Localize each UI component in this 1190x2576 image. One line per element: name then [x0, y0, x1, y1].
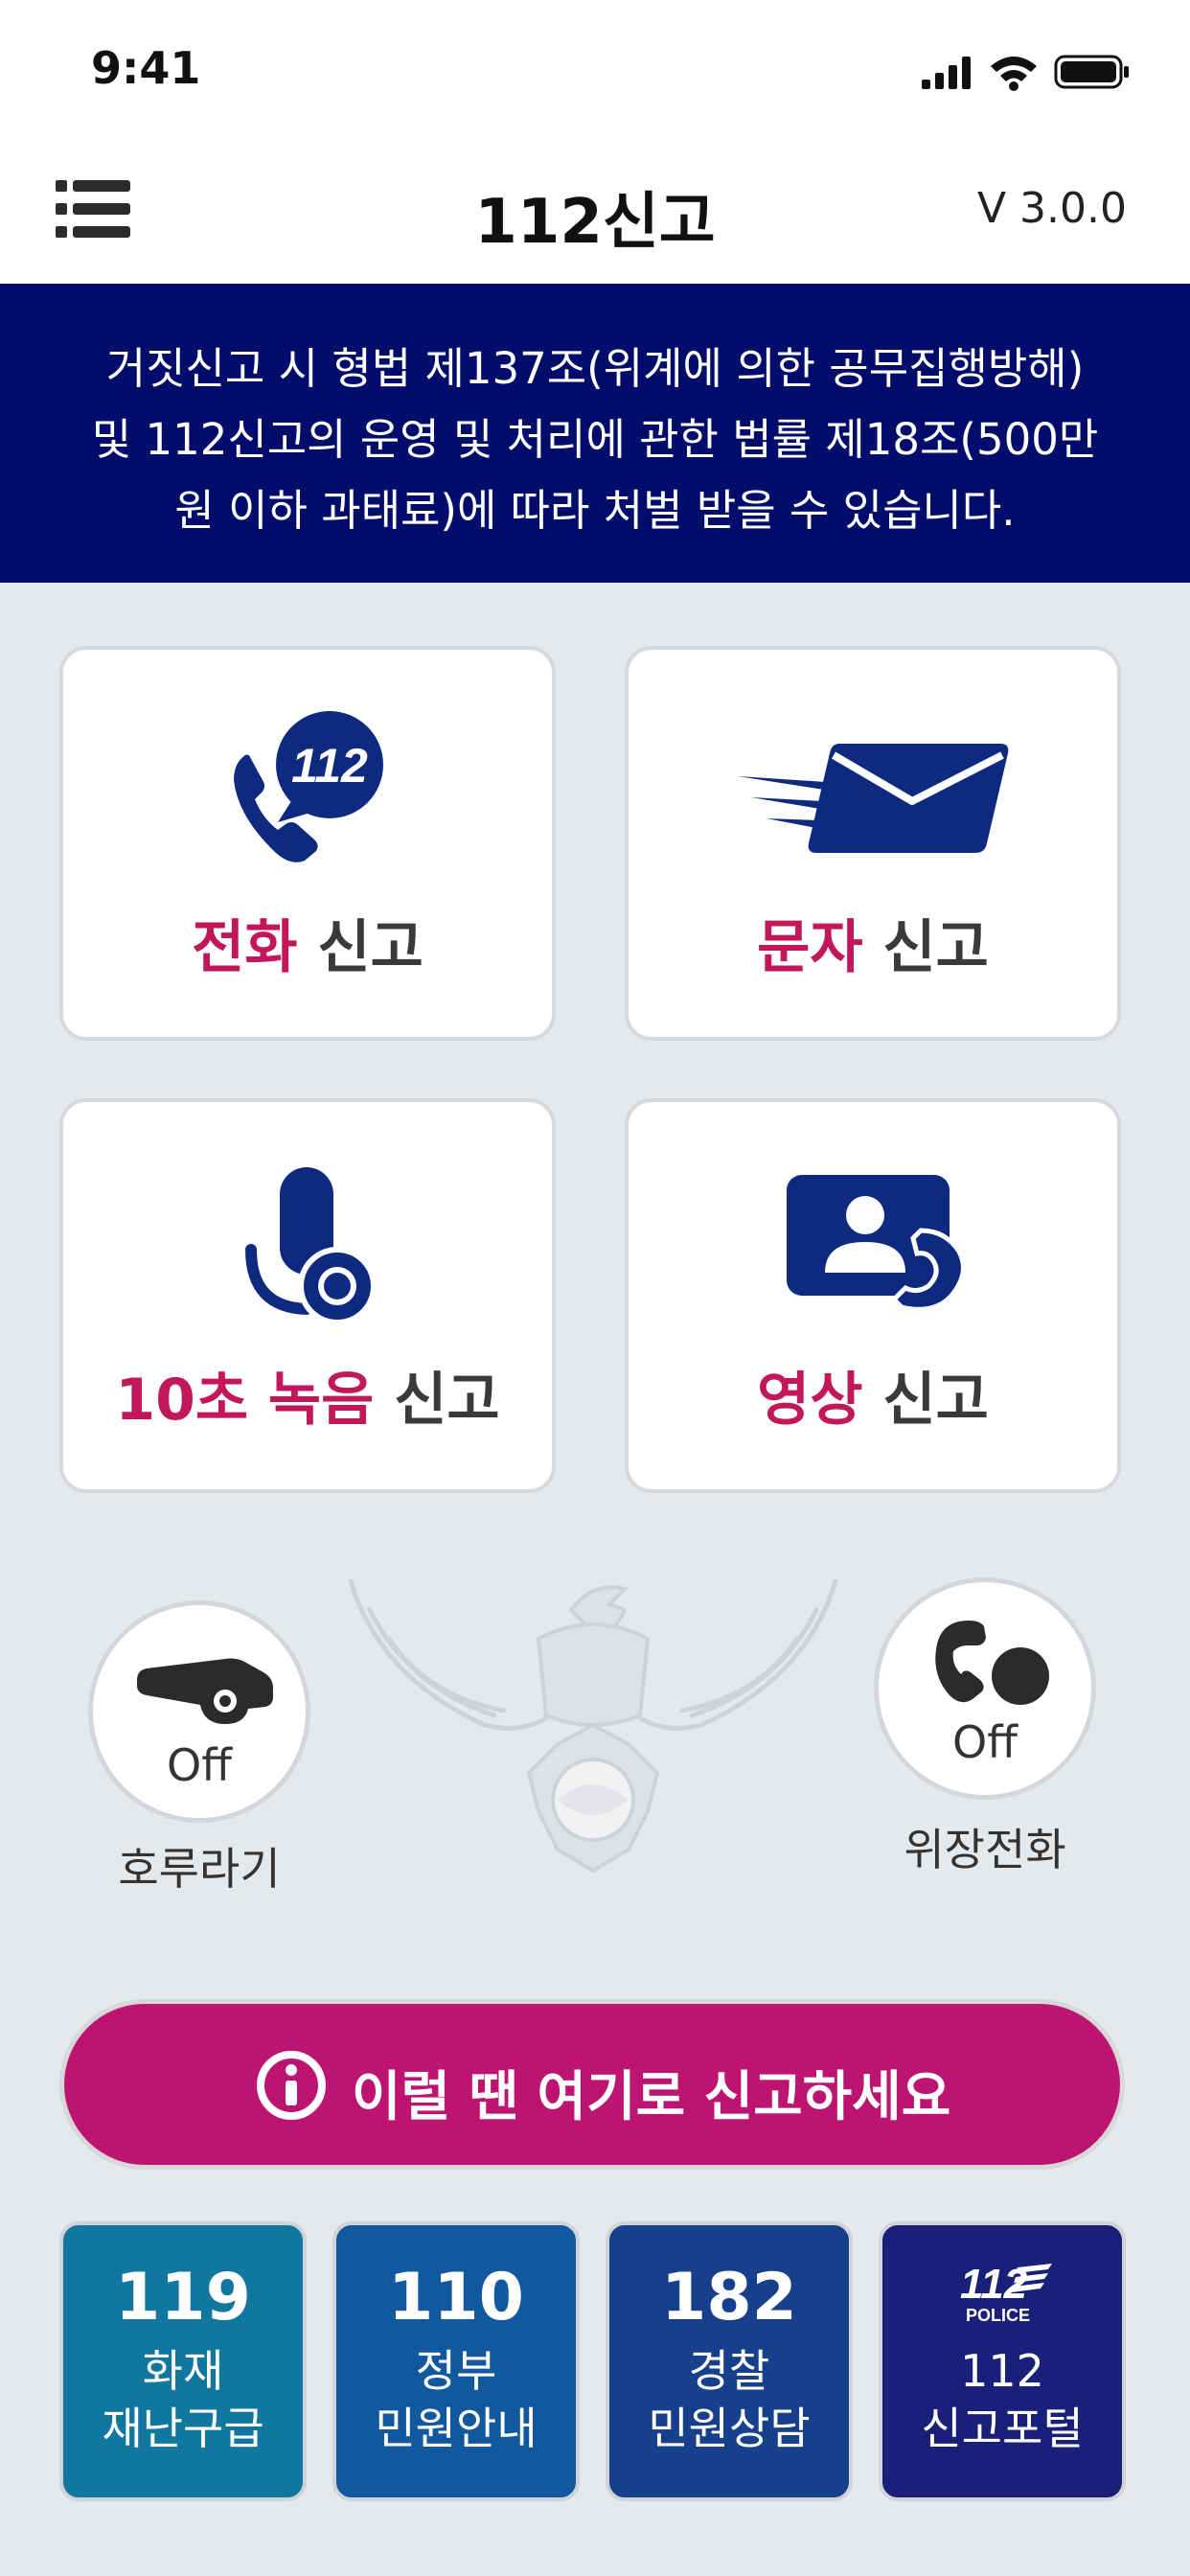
- fake-call-toggle[interactable]: Off: [874, 1577, 1096, 1800]
- tile-110-line2: 민원안내: [375, 2403, 538, 2454]
- svg-text:112: 112: [291, 739, 368, 793]
- recording-report-label: 10초 녹음 신고: [63, 1353, 552, 1437]
- tile-112-portal[interactable]: 112 POLICE 112 신고포털: [879, 2221, 1126, 2501]
- tile-119-line2: 재난구급: [102, 2403, 264, 2454]
- video-report-label: 영상 신고: [629, 1353, 1117, 1437]
- video-report-card[interactable]: 영상 신고: [625, 1098, 1121, 1493]
- whistle-label: 호루라기: [118, 1843, 281, 1895]
- tile-119-number: 119: [115, 2260, 251, 2335]
- notice-line-1: 거짓신고 시 형법 제137조(위계에 의한 공무집행방해): [105, 343, 1085, 394]
- logo-police-text: POLICE: [966, 2306, 1030, 2325]
- phone-112-icon: 112: [234, 711, 383, 862]
- tile-119[interactable]: 119 화재 재난구급: [59, 2221, 307, 2501]
- app-bar: 112신고 V 3.0.0: [0, 144, 1190, 284]
- video-report-emphasis: 영상: [757, 1367, 863, 1434]
- tile-110-number: 110: [388, 2260, 524, 2335]
- tile-182-line2: 민원상담: [648, 2403, 811, 2454]
- status-time: 9:41: [91, 42, 201, 94]
- video-report-rest: 신고: [862, 1367, 989, 1434]
- envelope-icon: [738, 744, 1009, 853]
- text-report-rest: 신고: [862, 914, 989, 981]
- fake-call-icon: [935, 1621, 1049, 1705]
- status-bar: 9:41: [0, 0, 1190, 144]
- status-icons: [922, 55, 1129, 91]
- fake-call-state: Off: [952, 1716, 1018, 1768]
- fake-call-label: 위장전화: [904, 1824, 1066, 1875]
- phone-report-rest: 신고: [297, 914, 423, 981]
- tile-112-line1: 112: [960, 2345, 1044, 2397]
- tile-110-line1: 정부: [415, 2345, 497, 2397]
- text-report-label: 문자 신고: [629, 901, 1117, 984]
- recording-report-emphasis: 10초 녹음: [115, 1367, 375, 1434]
- police-112-logo: 112 POLICE: [960, 2261, 1052, 2325]
- false-report-notice: 거짓신고 시 형법 제137조(위계에 의한 공무집행방해) 및 112신고의 …: [0, 284, 1190, 583]
- report-here-button[interactable]: 이럴 땐 여기로 신고하세요: [59, 1999, 1125, 2170]
- whistle-state: Off: [167, 1739, 232, 1791]
- battery-icon: [1054, 55, 1129, 89]
- version-label: V 3.0.0: [976, 184, 1127, 233]
- report-here-label: 이럴 땐 여기로 신고하세요: [352, 2066, 951, 2128]
- microphone-icon: [245, 1167, 377, 1325]
- wifi-icon: [991, 57, 1037, 91]
- police-eagle-emblem: [348, 1578, 838, 1874]
- phone-report-label: 전화 신고: [63, 901, 552, 984]
- tile-182-number: 182: [661, 2260, 797, 2335]
- text-report-emphasis: 문자: [757, 914, 863, 981]
- notice-line-2: 및 112신고의 운영 및 처리에 관한 법률 제18조(500만: [91, 414, 1099, 465]
- phone-report-card[interactable]: 112 전화 신고: [59, 646, 556, 1041]
- cellular-signal-icon: [922, 57, 971, 89]
- phone-report-emphasis: 전화: [192, 914, 298, 981]
- whistle-toggle[interactable]: Off: [88, 1600, 310, 1823]
- tile-182-line1: 경찰: [688, 2345, 770, 2397]
- recording-report-rest: 신고: [374, 1367, 500, 1434]
- tile-112-line2: 신고포털: [921, 2403, 1084, 2454]
- recording-report-card[interactable]: 10초 녹음 신고: [59, 1098, 556, 1493]
- whistle-icon: [137, 1658, 273, 1724]
- tile-182[interactable]: 182 경찰 민원상담: [606, 2221, 853, 2501]
- tile-119-line1: 화재: [142, 2345, 224, 2397]
- text-report-card[interactable]: 문자 신고: [625, 646, 1121, 1041]
- info-icon: [257, 2051, 326, 2120]
- tile-110[interactable]: 110 정부 민원안내: [332, 2221, 580, 2501]
- video-call-icon: [787, 1175, 966, 1312]
- notice-line-3: 원 이하 과태료)에 따라 처벌 받을 수 있습니다.: [174, 485, 1016, 536]
